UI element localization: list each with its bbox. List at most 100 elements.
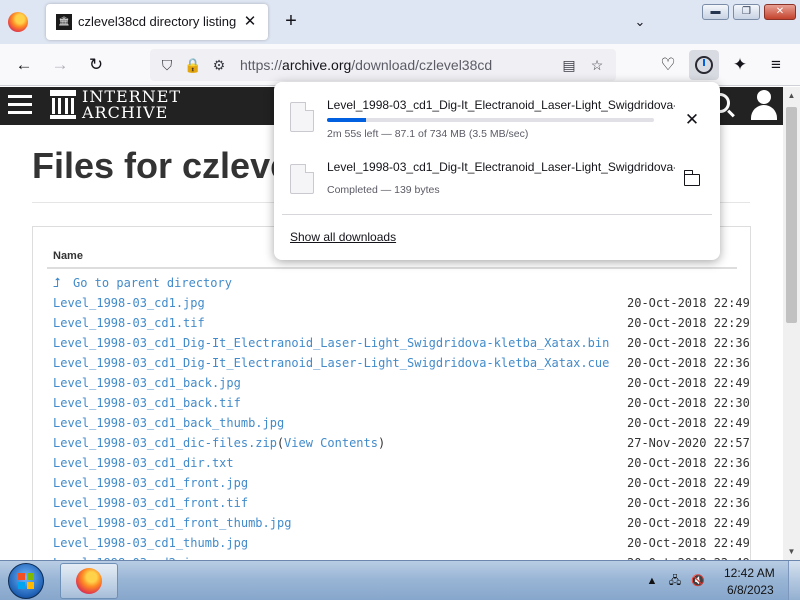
file-link[interactable]: Level_1998-03_cd1_back_thumb.jpg bbox=[53, 416, 284, 430]
windows-logo-icon bbox=[18, 573, 35, 589]
restore-button[interactable]: ❐ bbox=[733, 4, 760, 20]
file-date: 20-Oct-2018 22:30 bbox=[627, 396, 750, 410]
table-row: Level_1998-03_cd1_thumb.jpg 20-Oct-2018 2… bbox=[53, 534, 753, 554]
minimize-button[interactable]: ▬ bbox=[702, 4, 729, 20]
download-progress-fill bbox=[327, 118, 366, 122]
tracking-shield-icon[interactable]: ⛉ bbox=[156, 54, 178, 76]
scrollbar-thumb[interactable] bbox=[786, 107, 797, 323]
internet-archive-logo-text[interactable]: INTERNET ARCHIVE bbox=[82, 89, 181, 121]
table-row: Level_1998-03_cd1.jpg 20-Oct-2018 22:49 bbox=[53, 294, 753, 314]
table-row: Level_1998-03_cd1_dic-files.zip (View Co… bbox=[53, 434, 753, 454]
cancel-download-icon[interactable]: ✕ bbox=[682, 110, 702, 130]
pocket-icon[interactable]: ♡ bbox=[656, 53, 680, 77]
file-date: 20-Oct-2018 22:49 bbox=[627, 416, 750, 430]
table-row: Level_1998-03_cd1_Dig-It_Electranoid_Las… bbox=[53, 354, 753, 374]
file-link[interactable]: Level_1998-03_cd1.jpg bbox=[53, 296, 205, 310]
firefox-view-icon[interactable] bbox=[8, 12, 28, 32]
paren-close: ) bbox=[377, 436, 386, 450]
table-row: Level_1998-03_cd1_dir.txt 20-Oct-2018 22:… bbox=[53, 454, 753, 474]
file-link[interactable]: Level_1998-03_cd1_front.jpg bbox=[53, 476, 248, 490]
show-desktop-button[interactable] bbox=[788, 561, 800, 600]
firefox-icon bbox=[76, 568, 102, 594]
file-link[interactable]: Level_1998-03_cd1_front_thumb.jpg bbox=[53, 516, 291, 530]
file-date: 20-Oct-2018 22:36 bbox=[627, 336, 750, 350]
scroll-up-icon[interactable]: ▲ bbox=[783, 87, 800, 104]
bookmark-star-icon[interactable]: ☆ bbox=[586, 54, 608, 76]
table-row: Level_1998-03_cd1_back_thumb.jpg 20-Oct-2… bbox=[53, 414, 753, 434]
download-item-completed[interactable]: Level_1998-03_cd1_Dig-It_Electranoid_Las… bbox=[282, 152, 712, 210]
reader-view-icon[interactable]: ▤ bbox=[558, 54, 580, 76]
new-tab-button[interactable]: + bbox=[280, 10, 302, 32]
close-window-button[interactable]: ✕ bbox=[764, 4, 796, 20]
taskbar-firefox-button[interactable] bbox=[60, 563, 118, 599]
file-icon bbox=[290, 164, 314, 194]
file-link[interactable]: Level_1998-03_cd1_Dig-It_Electranoid_Las… bbox=[53, 336, 609, 350]
file-icon bbox=[290, 102, 314, 132]
download-item-active[interactable]: Level_1998-03_cd1_Dig-It_Electranoid_Las… bbox=[282, 90, 712, 148]
paren-open: ( bbox=[276, 436, 285, 450]
view-contents-link[interactable]: View Contents bbox=[284, 436, 378, 450]
internet-archive-logo-icon[interactable] bbox=[50, 90, 76, 120]
file-link[interactable]: Level_1998-03_cd1_dic-files.zip bbox=[53, 436, 277, 450]
file-date: 20-Oct-2018 22:49 bbox=[627, 516, 750, 530]
clock-time[interactable]: 12:42 AM bbox=[724, 566, 775, 580]
tab-close-icon[interactable]: ✕ bbox=[240, 12, 260, 32]
hamburger-menu-icon[interactable] bbox=[8, 95, 32, 115]
forward-icon[interactable]: → bbox=[48, 53, 72, 77]
tab-strip: 🏛 czlevel38cd directory listing ✕ + ⌄ ▬ … bbox=[0, 0, 800, 44]
up-arrow-icon: ⮥ bbox=[53, 276, 61, 291]
url-bar[interactable]: ⛉ 🔒 ⚙ https://archive.org/download/czlev… bbox=[150, 49, 616, 81]
file-date: 20-Oct-2018 22:29 bbox=[627, 316, 750, 330]
download-status: 2m 55s left — 87.1 of 734 MB (3.5 MB/sec… bbox=[327, 128, 529, 140]
file-link[interactable]: Level_1998-03_cd1_dir.txt bbox=[53, 456, 234, 470]
table-row: Level_1998-03_cd1_Dig-It_Electranoid_Las… bbox=[53, 334, 753, 354]
file-link[interactable]: Level_1998-03_cd1_thumb.jpg bbox=[53, 536, 248, 550]
file-date: 20-Oct-2018 22:49 bbox=[627, 296, 750, 310]
logo-line2: ARCHIVE bbox=[82, 103, 169, 122]
file-link[interactable]: Level_1998-03_cd1_front.tif bbox=[53, 496, 248, 510]
lock-icon[interactable]: 🔒 bbox=[182, 54, 204, 76]
archive-favicon-icon: 🏛 bbox=[56, 14, 72, 30]
navigation-bar: ← → ↻ ⛉ 🔒 ⚙ https://archive.org/download… bbox=[0, 44, 800, 86]
taskbar: ▲ 🖧 🔇 12:42 AM 6/8/2023 bbox=[0, 560, 800, 600]
file-link[interactable]: Level_1998-03_cd1_Dig-It_Electranoid_Las… bbox=[53, 356, 609, 370]
file-link[interactable]: Level_1998-03_cd1.tif bbox=[53, 316, 205, 330]
url-host: archive.org bbox=[282, 57, 352, 73]
parent-directory-row: ⮥ Go to parent directory bbox=[53, 274, 753, 294]
parent-directory-link[interactable]: ⮥ Go to parent directory bbox=[53, 276, 232, 291]
user-icon[interactable] bbox=[750, 90, 778, 122]
table-row: Level_1998-03_cd1_front_thumb.jpg 20-Oct-… bbox=[53, 514, 753, 534]
header-divider bbox=[47, 267, 737, 269]
file-date: 20-Oct-2018 22:49 bbox=[627, 376, 750, 390]
show-in-folder-icon[interactable] bbox=[683, 170, 700, 186]
file-date: 20-Oct-2018 22:36 bbox=[627, 456, 750, 470]
start-button[interactable] bbox=[8, 563, 44, 599]
file-date: 20-Oct-2018 22:49 bbox=[627, 476, 750, 490]
table-row: Level_1998-03_cd1_front.tif 20-Oct-2018 2… bbox=[53, 494, 753, 514]
parent-directory-label: Go to parent directory bbox=[73, 276, 232, 290]
menu-icon[interactable]: ≡ bbox=[764, 53, 788, 77]
volume-muted-icon[interactable]: 🔇 bbox=[690, 573, 706, 589]
file-link[interactable]: Level_1998-03_cd1_back.tif bbox=[53, 396, 241, 410]
network-icon[interactable]: 🖧 bbox=[667, 573, 683, 589]
extensions-icon[interactable]: ✦ bbox=[728, 53, 752, 77]
file-date: 20-Oct-2018 22:36 bbox=[627, 496, 750, 510]
page-scrollbar[interactable]: ▲ ▼ bbox=[783, 87, 800, 560]
file-listing-table: Name ⮥ Go to parent directory Level_1998-… bbox=[32, 226, 751, 560]
list-all-tabs-icon[interactable]: ⌄ bbox=[630, 12, 650, 32]
url-text[interactable]: https://archive.org/download/czlevel38cd bbox=[240, 57, 492, 73]
column-header-name[interactable]: Name bbox=[53, 250, 83, 262]
table-row: Level_1998-03_cd1_back.tif 20-Oct-2018 22… bbox=[53, 394, 753, 414]
file-date: 27-Nov-2020 22:57 bbox=[627, 436, 750, 450]
downloads-button[interactable] bbox=[689, 50, 719, 80]
permissions-icon[interactable]: ⚙ bbox=[208, 54, 230, 76]
show-hidden-icons-icon[interactable]: ▲ bbox=[644, 573, 660, 589]
file-link[interactable]: Level_1998-03_cd1_back.jpg bbox=[53, 376, 241, 390]
tab-active[interactable]: 🏛 czlevel38cd directory listing ✕ bbox=[46, 4, 268, 40]
back-icon[interactable]: ← bbox=[12, 53, 36, 77]
table-row: Level_1998-03_cd1_front.jpg 20-Oct-2018 2… bbox=[53, 474, 753, 494]
scroll-down-icon[interactable]: ▼ bbox=[783, 543, 800, 560]
show-all-downloads-button[interactable]: Show all downloads bbox=[290, 230, 396, 244]
clock-date[interactable]: 6/8/2023 bbox=[727, 583, 774, 597]
reload-icon[interactable]: ↻ bbox=[84, 53, 108, 77]
